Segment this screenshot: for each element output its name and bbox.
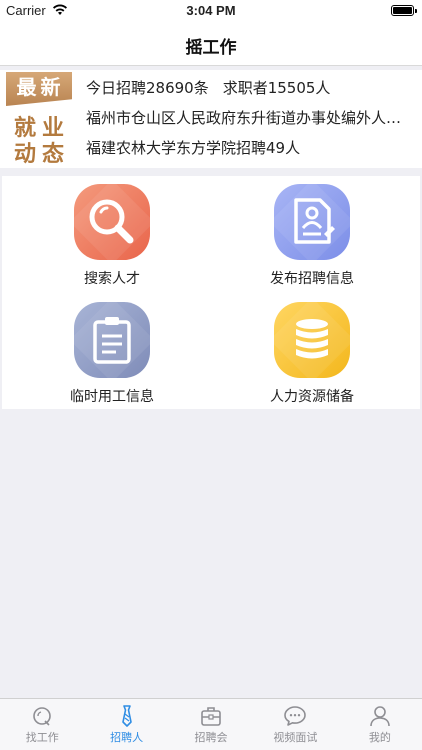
tab-mine[interactable]: 我的	[338, 699, 422, 750]
search-tab-icon	[33, 707, 52, 726]
feature-grid: 搜索人才 发布招聘信息 临时用工信息 人力资源储备	[2, 176, 420, 409]
tab-job-fair[interactable]: 招聘会	[169, 699, 253, 750]
tab-video-interview[interactable]: 视频面试	[253, 699, 337, 750]
latest-news-badge: 最新 就业 动态	[6, 72, 72, 167]
tab-recruiter[interactable]: 招聘人	[84, 699, 168, 750]
clock: 3:04 PM	[186, 3, 236, 18]
navigation-bar: 摇工作	[0, 22, 422, 66]
tab-label: 我的	[368, 731, 391, 744]
search-talent-button[interactable]: 搜索人才	[12, 184, 212, 288]
jobs-today-stat: 今日招聘28690条	[86, 79, 209, 97]
resume-document-icon	[274, 184, 350, 260]
tab-label: 视频面试	[273, 731, 318, 744]
clipboard-icon	[74, 302, 150, 378]
search-icon	[74, 184, 150, 260]
post-job-label: 发布招聘信息	[270, 271, 354, 287]
tab-find-job[interactable]: 找工作	[0, 699, 84, 750]
stats-line: 今日招聘28690条 求职者15505人	[86, 73, 408, 103]
tie-icon	[121, 705, 132, 727]
post-job-button[interactable]: 发布招聘信息	[212, 184, 412, 288]
employment-news-panel: 最新 就业 动态 今日招聘28690条 求职者15505人 福州市仓山区人民政府东…	[0, 70, 422, 168]
tab-label: 找工作	[25, 731, 59, 744]
badge-line-news: 动态	[13, 142, 70, 167]
search-talent-label: 搜索人才	[84, 271, 140, 287]
badge-latest-text: 最新	[6, 72, 72, 106]
news-item[interactable]: 福州市仓山区人民政府东升街道办事处编外人员招聘	[86, 103, 408, 133]
temp-work-label: 临时用工信息	[70, 389, 154, 405]
seekers-stat: 求职者15505人	[222, 79, 331, 97]
hr-reserve-label: 人力资源储备	[270, 389, 354, 405]
tab-label: 招聘会	[194, 731, 228, 744]
database-icon	[274, 302, 350, 378]
chat-bubble-icon	[284, 706, 307, 726]
news-item[interactable]: 福建农林大学东方学院招聘49人	[86, 133, 408, 163]
tab-bar: 找工作 招聘人 招聘会 视频面试 我的	[0, 698, 422, 750]
tab-label: 招聘人	[110, 731, 144, 744]
page-title: 摇工作	[185, 38, 237, 58]
battery-icon	[391, 5, 417, 16]
hr-reserve-button[interactable]: 人力资源储备	[212, 302, 412, 406]
person-icon	[370, 706, 390, 727]
temp-work-button[interactable]: 临时用工信息	[12, 302, 212, 406]
news-list: 今日招聘28690条 求职者15505人 福州市仓山区人民政府东升街道办事处编外人…	[86, 70, 408, 163]
briefcase-icon	[201, 707, 221, 726]
status-bar: Carrier 3:04 PM	[0, 0, 422, 22]
